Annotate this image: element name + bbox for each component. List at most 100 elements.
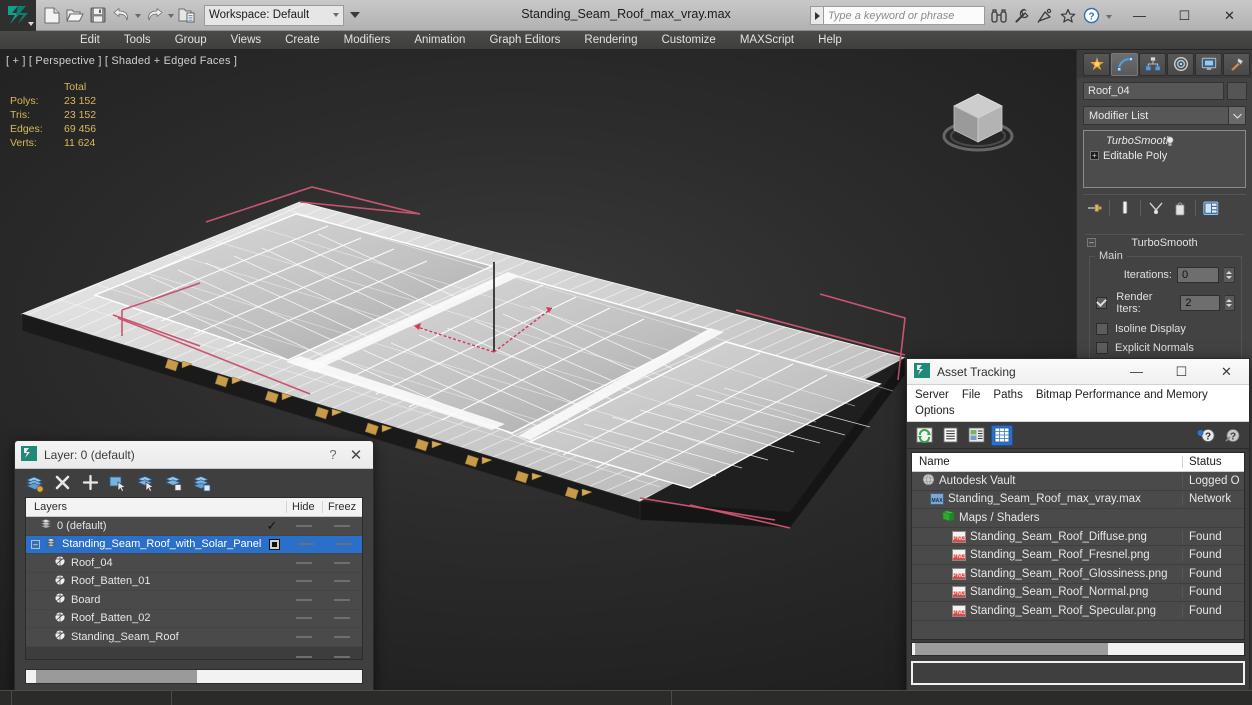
asset-row-glossiness-map[interactable]: PNG Standing_Seam_Roof_Glossiness.png Fo…: [912, 565, 1244, 584]
search-binoculars-icon[interactable]: [989, 6, 1009, 26]
asset-row-scene-file[interactable]: MAX Standing_Seam_Roof_max_vray.max Netw…: [912, 491, 1244, 510]
select-objects-icon[interactable]: [105, 472, 131, 494]
rollout-turbosmooth-header[interactable]: – TurboSmooth: [1085, 234, 1244, 250]
freeze-toggle[interactable]: [334, 561, 350, 564]
layer-horizontal-scrollbar[interactable]: [25, 669, 363, 684]
workspace-selector[interactable]: Workspace: Default: [204, 4, 344, 26]
grid-table-icon[interactable]: [991, 424, 1013, 446]
delete-x-icon[interactable]: [49, 472, 75, 494]
layer-object-roof-batten-02[interactable]: Roof_Batten_02: [26, 610, 362, 628]
hide-toggle[interactable]: [296, 635, 312, 638]
show-end-result-icon[interactable]: [1114, 199, 1136, 218]
save-file-button[interactable]: [87, 4, 109, 26]
tab-utilities[interactable]: [1223, 52, 1250, 76]
help-blue-question-icon[interactable]: ?: [1195, 425, 1217, 446]
close-button[interactable]: ✕: [1207, 0, 1252, 31]
hide-toggle[interactable]: [296, 561, 312, 564]
layer-object-standing-seam-roof[interactable]: Standing_Seam_Roof: [26, 628, 362, 647]
view-cube[interactable]: [932, 80, 1024, 158]
asset-menu-server[interactable]: Server: [915, 387, 956, 403]
layer-dialog-help-button[interactable]: ?: [323, 447, 343, 462]
menu-edit[interactable]: Edit: [68, 31, 112, 50]
hide-toggle[interactable]: [296, 598, 312, 601]
collapse-icon[interactable]: –: [1087, 238, 1096, 247]
asset-row-normal-map[interactable]: PNG Standing_Seam_Roof_Normal.png Found: [912, 584, 1244, 603]
search-input[interactable]: Type a keyword or phrase: [823, 6, 985, 25]
modifier-editable-poly[interactable]: + Editable Poly: [1086, 148, 1243, 163]
hide-toggle[interactable]: [296, 617, 312, 620]
hide-toggle[interactable]: [296, 524, 312, 527]
redo-dropdown-caret[interactable]: [166, 4, 175, 26]
wrench-icon[interactable]: [1012, 6, 1032, 26]
asset-menu-file[interactable]: File: [962, 387, 988, 403]
freeze-toggle[interactable]: [334, 580, 350, 583]
explicit-normals-checkbox[interactable]: [1096, 342, 1108, 354]
3ds-max-logo[interactable]: [0, 0, 36, 31]
freeze-toggle[interactable]: [334, 655, 350, 658]
open-file-button[interactable]: [64, 4, 86, 26]
modifier-stack[interactable]: TurboSmooth + Editable Poly: [1083, 130, 1246, 188]
freeze-toggle[interactable]: [334, 598, 350, 601]
satellite-dish-icon[interactable]: [1035, 6, 1055, 26]
hide-toggle[interactable]: [296, 580, 312, 583]
freeze-toggle[interactable]: [334, 617, 350, 620]
asset-tracking-grid[interactable]: Name Status Autodesk Vault Logged O MAX …: [911, 452, 1245, 641]
object-name-field[interactable]: Roof_04: [1083, 82, 1224, 100]
plus-icon[interactable]: [77, 472, 103, 494]
menu-customize[interactable]: Customize: [649, 31, 727, 50]
make-unique-icon[interactable]: [1145, 199, 1167, 218]
iterations-spinner[interactable]: 0: [1177, 267, 1219, 283]
freeze-toggle[interactable]: [334, 635, 350, 638]
trash-icon[interactable]: [1169, 199, 1191, 218]
layer-object-roof-batten-01[interactable]: Roof_Batten_01: [26, 573, 362, 591]
maximize-button[interactable]: ☐: [1162, 0, 1207, 31]
tab-create[interactable]: [1083, 52, 1110, 76]
current-layer-box-icon[interactable]: [269, 538, 281, 550]
menu-views[interactable]: Views: [219, 31, 273, 50]
asset-menu-paths[interactable]: Paths: [993, 387, 1029, 403]
path-view-icon[interactable]: [965, 425, 987, 446]
help-question-icon[interactable]: ?: [1081, 6, 1101, 26]
freeze-toggle[interactable]: [334, 543, 351, 546]
object-color-swatch[interactable]: [1227, 82, 1247, 100]
menu-maxscript[interactable]: MAXScript: [728, 31, 806, 50]
asset-row-maps-shaders[interactable]: Maps / Shaders: [912, 509, 1244, 528]
workspace-dropdown-button[interactable]: [347, 5, 363, 26]
asset-maximize-button[interactable]: ☐: [1159, 359, 1204, 385]
render-iters-spinner-arrows[interactable]: [1224, 295, 1235, 311]
asset-row-diffuse-map[interactable]: PNG Standing_Seam_Roof_Diffuse.png Found: [912, 528, 1244, 547]
set-project-folder-button[interactable]: [176, 4, 198, 26]
layer-row-standing-seam-roof-with-solar-panel[interactable]: – Standing_Seam_Roof_with_Solar_Panel: [26, 535, 362, 554]
configure-sets-icon[interactable]: [1200, 199, 1222, 218]
menu-modifiers[interactable]: Modifiers: [332, 31, 403, 50]
tab-display[interactable]: [1195, 52, 1222, 76]
hide-toggle[interactable]: [296, 655, 312, 658]
asset-scrollbar-thumb[interactable]: [915, 643, 1108, 656]
asset-tracking-titlebar[interactable]: Asset Tracking — ☐ ✕: [907, 359, 1249, 385]
layer-object-roof-04[interactable]: Roof_04: [26, 554, 362, 573]
iterations-spinner-arrows[interactable]: [1224, 267, 1235, 283]
asset-tracking-dialog[interactable]: Asset Tracking — ☐ ✕ Server File Paths B…: [906, 358, 1250, 692]
minimize-button[interactable]: —: [1117, 0, 1162, 31]
modifier-list-dropdown[interactable]: Modifier List: [1083, 106, 1246, 125]
render-iters-spinner[interactable]: 2: [1180, 295, 1220, 311]
highlight-layers-icon[interactable]: [189, 472, 215, 494]
asset-horizontal-scrollbar[interactable]: [911, 642, 1245, 657]
layer-scrollbar-thumb[interactable]: [36, 670, 198, 683]
menu-tools[interactable]: Tools: [112, 31, 163, 50]
tab-modify[interactable]: [1111, 52, 1138, 76]
layer-dialog-titlebar[interactable]: Layer: 0 (default) ? ✕: [15, 441, 373, 469]
undo-button[interactable]: [110, 4, 132, 26]
hide-toggle[interactable]: [297, 543, 314, 546]
logo-dropdown-caret[interactable]: [28, 21, 34, 26]
menu-create[interactable]: Create: [273, 31, 332, 50]
asset-minimize-button[interactable]: —: [1114, 359, 1159, 385]
menu-help[interactable]: Help: [806, 31, 854, 50]
layer-row-default[interactable]: 0 (default) ✓: [26, 517, 362, 536]
asset-row-autodesk-vault[interactable]: Autodesk Vault Logged O: [912, 472, 1244, 491]
layer-dialog-close-button[interactable]: ✕: [343, 446, 369, 464]
new-file-button[interactable]: [41, 4, 63, 26]
expand-collapse-icon[interactable]: –: [31, 539, 40, 549]
search-expand-button[interactable]: [810, 6, 823, 25]
asset-menu-bitmap-performance[interactable]: Bitmap Performance and Memory: [1036, 387, 1215, 403]
